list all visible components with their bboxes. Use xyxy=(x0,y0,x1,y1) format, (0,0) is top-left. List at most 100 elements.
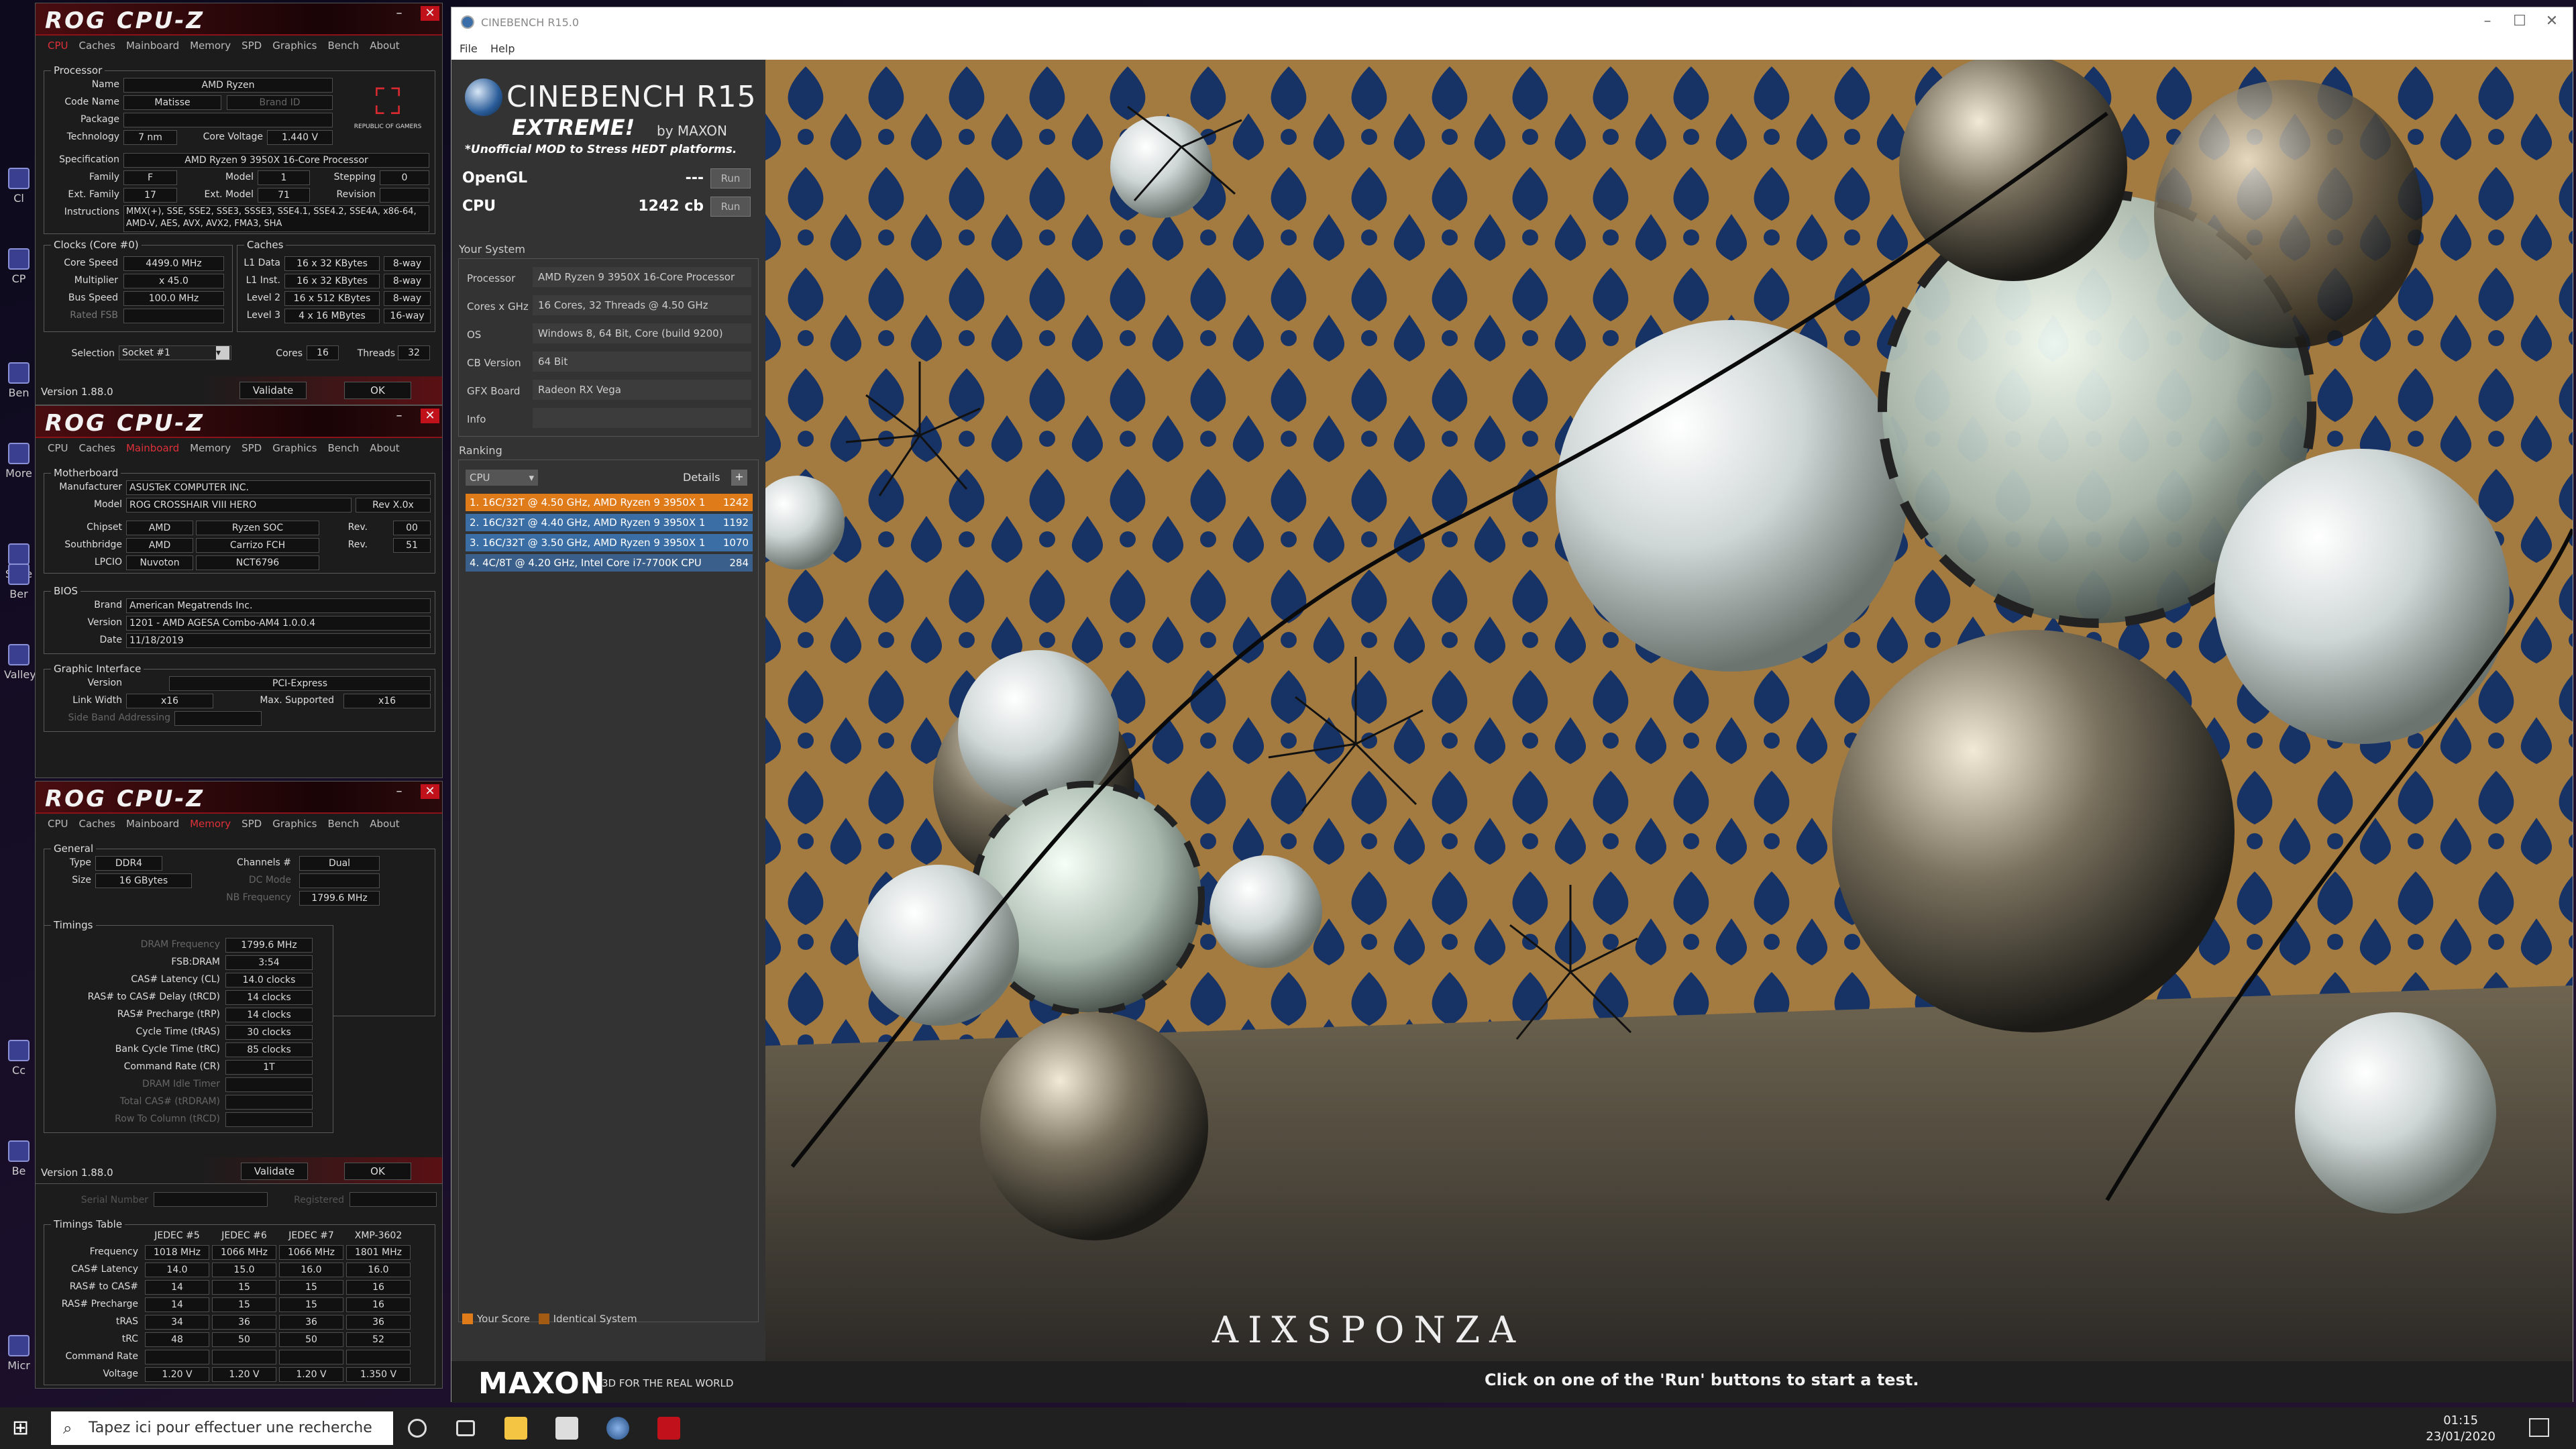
minimize-button[interactable]: – xyxy=(390,6,409,21)
ok-button[interactable]: OK xyxy=(344,1163,411,1180)
desktop-icon[interactable]: Ben xyxy=(4,362,34,399)
timings-table-header: JEDEC #6 xyxy=(221,1230,267,1241)
selection-dropdown[interactable]: Socket #1 ▾ xyxy=(119,345,231,360)
timing-value: 1T xyxy=(225,1060,313,1075)
ranking-select[interactable]: CPU ▾ xyxy=(466,470,538,486)
tab-memory[interactable]: Memory xyxy=(190,442,231,454)
desktop-icon[interactable]: Be xyxy=(4,1140,34,1177)
timings-table-row-label: CAS# Latency xyxy=(71,1264,138,1275)
cpuz-window-mainboard[interactable]: ROG CPU-Z – ✕ CPU Caches Mainboard Memor… xyxy=(35,405,443,778)
maximize-button[interactable]: ☐ xyxy=(2504,13,2535,30)
corevoltage-value: 1.440 V xyxy=(267,130,333,145)
cinebench-logo: CINEBENCH R15 EXTREME! by MAXON *Unoffic… xyxy=(462,73,757,156)
tab-bench[interactable]: Bench xyxy=(327,818,359,830)
desktop-icon[interactable]: More xyxy=(4,443,34,480)
cpuz-titlebar[interactable]: ROG CPU-Z – ✕ xyxy=(36,782,442,814)
tab-spd[interactable]: SPD xyxy=(241,40,262,52)
close-button[interactable]: ✕ xyxy=(421,6,439,21)
cortana-icon[interactable] xyxy=(408,1419,427,1438)
gi-version-label: Version xyxy=(87,678,122,688)
desktop-icon[interactable]: Valley xyxy=(4,644,36,681)
system-clock[interactable]: 01:15 23/01/2020 xyxy=(2426,1413,2496,1445)
task-view-icon[interactable] xyxy=(456,1420,475,1436)
menu-help[interactable]: Help xyxy=(490,42,515,55)
validate-button[interactable]: Validate xyxy=(241,1163,308,1180)
details-button[interactable]: + xyxy=(731,470,747,486)
cpuz-window-memory[interactable]: ROG CPU-Z – ✕ CPU Caches Mainboard Memor… xyxy=(35,781,443,1199)
minimize-button[interactable]: – xyxy=(390,409,409,423)
tab-memory[interactable]: Memory xyxy=(190,818,231,830)
cpuz-titlebar[interactable]: ROG CPU-Z – ✕ xyxy=(36,406,442,438)
tab-graphics[interactable]: Graphics xyxy=(272,442,317,454)
ok-button[interactable]: OK xyxy=(344,382,411,399)
tab-spd[interactable]: SPD xyxy=(241,442,262,454)
tab-caches[interactable]: Caches xyxy=(79,818,115,830)
cpuz-spd-panel: Serial Number Registered Timings Table J… xyxy=(35,1183,443,1389)
tab-bench[interactable]: Bench xyxy=(327,442,359,454)
maxsupported-value: x16 xyxy=(343,694,431,708)
desktop-icon[interactable]: Ber xyxy=(4,564,34,600)
tab-memory[interactable]: Memory xyxy=(190,40,231,52)
tab-about[interactable]: About xyxy=(370,442,399,454)
start-button[interactable]: ⊞ xyxy=(12,1417,35,1440)
file-explorer-icon[interactable] xyxy=(504,1417,527,1440)
menu-file[interactable]: File xyxy=(460,42,478,55)
tab-spd[interactable]: SPD xyxy=(241,818,262,830)
dcmode-label: DC Mode xyxy=(248,875,291,885)
opengl-run-button[interactable]: Run xyxy=(710,168,751,189)
timings-table-row-label: tRC xyxy=(121,1334,138,1344)
tab-mainboard[interactable]: Mainboard xyxy=(126,40,179,52)
cpuz-titlebar[interactable]: ROG CPU-Z – ✕ xyxy=(36,3,442,36)
validate-button[interactable]: Validate xyxy=(239,382,307,399)
tab-cpu[interactable]: CPU xyxy=(48,40,68,52)
cinebench-titlebar[interactable]: CINEBENCH R15.0 – ☐ ✕ xyxy=(451,7,2573,38)
ranking-entry[interactable]: 4. 4C/8T @ 4.20 GHz, Intel Core i7-7700K… xyxy=(466,554,753,572)
notification-icon[interactable] xyxy=(2529,1418,2549,1437)
timings-table-cell xyxy=(145,1350,209,1364)
timings-table-row-label: RAS# Precharge xyxy=(61,1299,138,1309)
your-system-section: Your System Processor AMD Ryzen 9 3950X 1… xyxy=(458,243,759,437)
tab-mainboard[interactable]: Mainboard xyxy=(126,818,179,830)
cpuz-taskbar-icon[interactable] xyxy=(657,1417,680,1440)
tab-caches[interactable]: Caches xyxy=(79,40,115,52)
manufacturer-label: Manufacturer xyxy=(59,482,122,492)
ranking-entry[interactable]: 2. 16C/32T @ 4.40 GHz, AMD Ryzen 9 3950X… xyxy=(466,514,753,531)
cpuz-window-cpu[interactable]: ROG CPU-Z – ✕ CPU Caches Mainboard Memor… xyxy=(35,3,443,405)
cpu-run-button[interactable]: Run xyxy=(710,197,751,217)
identical-system-swatch xyxy=(538,1313,549,1324)
minimize-button[interactable]: – xyxy=(390,784,409,799)
tab-about[interactable]: About xyxy=(370,40,399,52)
timings-table-cell xyxy=(212,1350,276,1364)
ranking-entry[interactable]: 1. 16C/32T @ 4.50 GHz, AMD Ryzen 9 3950X… xyxy=(466,494,753,511)
desktop-icon[interactable]: Cl xyxy=(4,168,34,205)
system-row: CB Version 64 Bit xyxy=(463,350,755,374)
tab-mainboard[interactable]: Mainboard xyxy=(126,442,179,454)
cores-value: 16 xyxy=(307,345,339,360)
timings-table-cell: 1066 MHz xyxy=(279,1245,343,1260)
tab-graphics[interactable]: Graphics xyxy=(272,40,317,52)
cinebench-window[interactable]: CINEBENCH R15.0 – ☐ ✕ File Help CINEBENC… xyxy=(451,7,2573,1403)
desktop-icon[interactable]: Micr xyxy=(4,1335,34,1372)
tab-cpu[interactable]: CPU xyxy=(48,818,68,830)
close-button[interactable]: ✕ xyxy=(421,409,439,423)
taskbar-search[interactable]: ⌕ Tapez ici pour effectuer une recherche xyxy=(51,1411,393,1445)
ranking-entry-label: 4. 4C/8T @ 4.20 GHz, Intel Core i7-7700K… xyxy=(470,557,702,569)
tab-cpu[interactable]: CPU xyxy=(48,442,68,454)
cinebench-taskbar-icon[interactable] xyxy=(606,1417,629,1440)
desktop-icon[interactable]: Cc xyxy=(4,1040,34,1077)
tab-bench[interactable]: Bench xyxy=(327,40,359,52)
render-scene: AIXSPONZA xyxy=(765,60,2573,1361)
desktop-icon[interactable]: CP xyxy=(4,248,34,285)
family-value: F xyxy=(123,170,177,185)
filigree-sphere xyxy=(1899,60,2127,281)
ranking-entry[interactable]: 3. 16C/32T @ 3.50 GHz, AMD Ryzen 9 3950X… xyxy=(466,534,753,551)
mail-icon[interactable] xyxy=(555,1417,578,1440)
tab-graphics[interactable]: Graphics xyxy=(272,818,317,830)
timings-table-row-label: RAS# to CAS# xyxy=(69,1281,138,1292)
timing-label: RAS# to CAS# Delay (tRCD) xyxy=(87,991,220,1002)
close-button[interactable]: ✕ xyxy=(2536,13,2567,30)
close-button[interactable]: ✕ xyxy=(421,784,439,799)
tab-about[interactable]: About xyxy=(370,818,399,830)
minimize-button[interactable]: – xyxy=(2472,13,2503,30)
tab-caches[interactable]: Caches xyxy=(79,442,115,454)
